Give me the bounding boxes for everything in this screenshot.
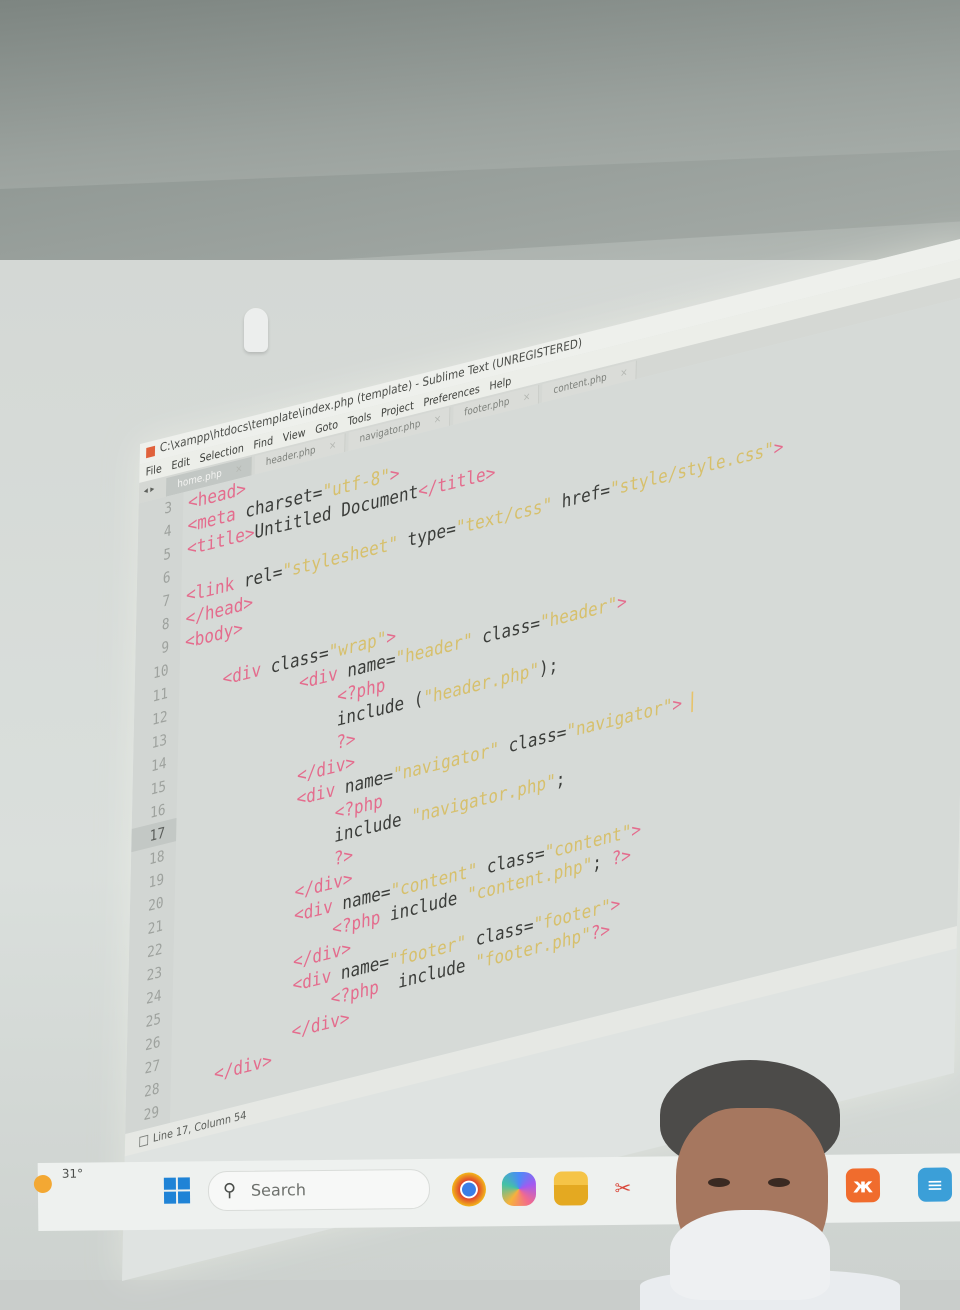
close-icon[interactable]: × [235,459,243,479]
close-icon[interactable]: × [523,387,531,407]
panel-toggle-icon[interactable] [139,1134,149,1148]
wall-sensor [244,308,268,352]
presenter [640,1060,900,1310]
search-icon: ⚲ [222,1179,237,1202]
weather-icon[interactable] [33,1174,52,1194]
sublime-icon [146,445,156,458]
chrome-icon[interactable] [451,1172,487,1207]
notepad-icon[interactable]: ≡ [917,1167,953,1202]
face-mask [670,1210,830,1300]
snipping-tool-icon[interactable]: ✂ [606,1171,640,1205]
file-explorer-icon[interactable] [553,1171,589,1206]
presenter-eye [708,1178,730,1187]
search-placeholder: Search [250,1180,307,1200]
close-icon[interactable]: × [329,436,337,456]
weather-temperature[interactable]: 31° [62,1167,83,1181]
copilot-icon[interactable] [501,1171,537,1207]
taskbar-search[interactable]: ⚲ Search [207,1168,431,1212]
presenter-eye [768,1178,790,1187]
text-cursor [691,690,694,712]
start-button[interactable] [163,1177,191,1204]
close-icon[interactable]: × [620,363,628,383]
close-icon[interactable]: × [434,409,442,429]
